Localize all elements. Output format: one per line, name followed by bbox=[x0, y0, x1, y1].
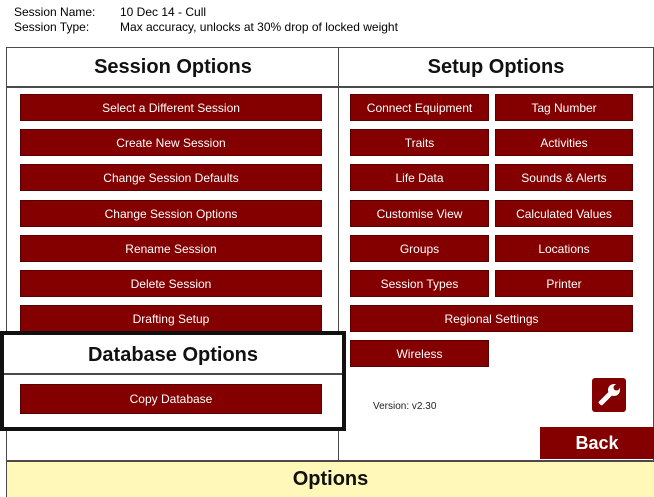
session-type-label: Session Type: bbox=[14, 20, 90, 34]
session-info: Session Name: 10 Dec 14 - Cull Session Ty… bbox=[14, 5, 398, 35]
session-type-value: Max accuracy, unlocks at 30% drop of loc… bbox=[120, 20, 398, 34]
session-types-button[interactable]: Session Types bbox=[350, 270, 489, 297]
session-name-row: Session Name: 10 Dec 14 - Cull bbox=[14, 5, 398, 20]
printer-button[interactable]: Printer bbox=[495, 270, 633, 297]
wrench-icon[interactable] bbox=[592, 378, 626, 412]
page-title: Options bbox=[6, 461, 654, 497]
session-type-row: Session Type: Max accuracy, unlocks at 30… bbox=[14, 20, 398, 35]
database-options-title: Database Options bbox=[87, 344, 259, 366]
copy-database-button[interactable]: Copy Database bbox=[20, 384, 322, 414]
wireless-button[interactable]: Wireless bbox=[350, 340, 489, 367]
database-options-separator bbox=[4, 373, 342, 375]
drafting-setup-button[interactable]: Drafting Setup bbox=[20, 305, 322, 332]
change-session-defaults-button[interactable]: Change Session Defaults bbox=[20, 164, 322, 191]
tag-number-button[interactable]: Tag Number bbox=[495, 94, 633, 121]
session-options-separator bbox=[6, 86, 340, 88]
life-data-button[interactable]: Life Data bbox=[350, 164, 489, 191]
wrench-icon-graphic bbox=[598, 384, 620, 406]
change-session-options-button[interactable]: Change Session Options bbox=[20, 200, 322, 227]
session-name-value: 10 Dec 14 - Cull bbox=[120, 5, 207, 19]
locations-button[interactable]: Locations bbox=[495, 235, 633, 262]
delete-session-button[interactable]: Delete Session bbox=[20, 270, 322, 297]
activities-button[interactable]: Activities bbox=[495, 129, 633, 156]
customise-view-button[interactable]: Customise View bbox=[350, 200, 489, 227]
regional-settings-button[interactable]: Regional Settings bbox=[350, 305, 633, 332]
connect-equipment-button[interactable]: Connect Equipment bbox=[350, 94, 489, 121]
setup-options-title: Setup Options bbox=[427, 56, 565, 78]
session-options-title: Session Options bbox=[94, 56, 252, 78]
select-different-session-button[interactable]: Select a Different Session bbox=[20, 94, 322, 121]
rename-session-button[interactable]: Rename Session bbox=[20, 235, 322, 262]
setup-options-separator bbox=[338, 86, 654, 88]
traits-button[interactable]: Traits bbox=[350, 129, 489, 156]
calculated-values-button[interactable]: Calculated Values bbox=[495, 200, 633, 227]
back-button[interactable]: Back bbox=[540, 427, 654, 459]
create-new-session-button[interactable]: Create New Session bbox=[20, 129, 322, 156]
groups-button[interactable]: Groups bbox=[350, 235, 489, 262]
sounds-alerts-button[interactable]: Sounds & Alerts bbox=[495, 164, 633, 191]
version-label: Version: v2.30 bbox=[373, 401, 437, 412]
session-name-label: Session Name: bbox=[14, 5, 96, 19]
